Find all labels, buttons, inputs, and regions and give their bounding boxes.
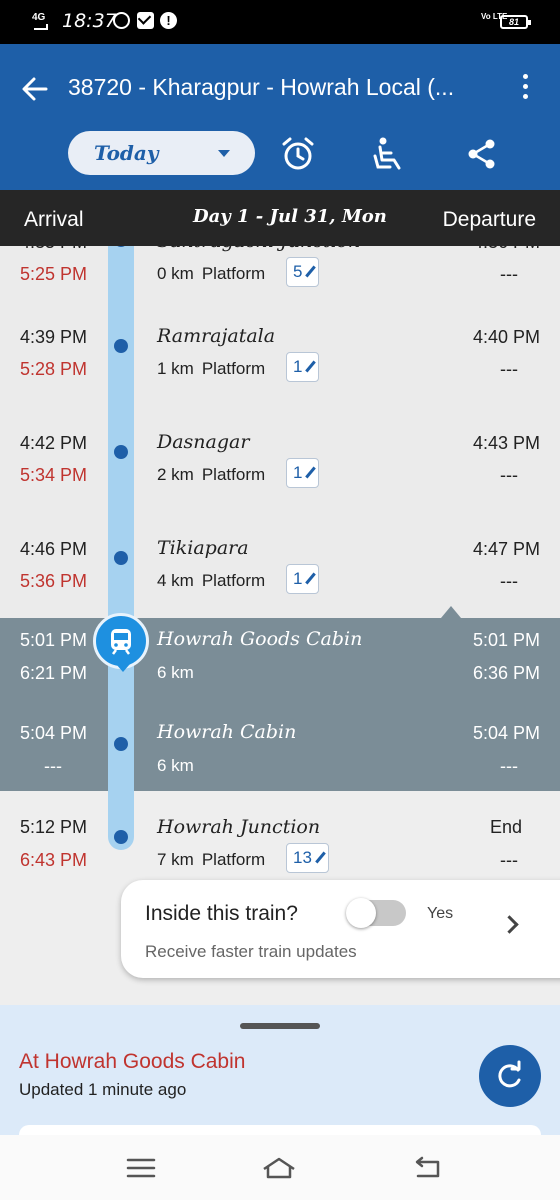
platform-edit-button[interactable]: 5 bbox=[286, 257, 320, 287]
chevron-down-icon bbox=[218, 150, 230, 157]
station-row[interactable]: 4:39 PM 5:28 PM Ramrajatala 1 km Platform… bbox=[0, 305, 560, 411]
inside-train-toggle[interactable] bbox=[346, 898, 406, 928]
mail-icon bbox=[137, 12, 154, 29]
actual-arrival: 5:28 PM bbox=[20, 359, 88, 379]
day-heading: Day 1 - Jul 31, Mon bbox=[193, 206, 387, 227]
scheduled-arrival: 4:46 PM bbox=[20, 539, 88, 559]
refresh-button[interactable] bbox=[479, 1045, 541, 1107]
battery-icon: 81 bbox=[500, 15, 531, 29]
platform-edit-button[interactable]: 1 bbox=[286, 564, 320, 594]
actual-departure: --- bbox=[500, 359, 518, 379]
actual-departure: 6:36 PM bbox=[472, 663, 540, 683]
station-distance: 0 km Platform bbox=[157, 264, 266, 283]
platform-edit-button[interactable]: 1 bbox=[286, 458, 320, 488]
signal-icon: 4G bbox=[32, 12, 48, 30]
station-name: Ramrajatala bbox=[157, 325, 276, 347]
platform-edit-button[interactable]: 1 bbox=[286, 352, 320, 382]
scheduled-arrival: 5:12 PM bbox=[20, 817, 88, 837]
station-distance: 6 km bbox=[157, 756, 194, 775]
station-name: Howrah Cabin bbox=[157, 721, 297, 743]
station-name: Dasnagar bbox=[157, 431, 250, 453]
actual-arrival: --- bbox=[44, 756, 62, 776]
station-dot bbox=[114, 830, 128, 844]
arrival-heading: Arrival bbox=[24, 208, 84, 231]
scheduled-arrival: 5:01 PM bbox=[20, 630, 88, 650]
station-dot bbox=[114, 445, 128, 459]
station-row[interactable]: 4:46 PM 5:36 PM Tikiapara 4 km Platform 1… bbox=[0, 517, 560, 618]
status-bar: 4G 18:37 ! Vo LTE 81 bbox=[0, 0, 560, 44]
status-bottom-sheet[interactable]: At Howrah Goods Cabin Updated 1 minute a… bbox=[0, 1005, 560, 1145]
train-position-icon bbox=[93, 613, 149, 672]
scheduled-arrival: 4:39 PM bbox=[20, 327, 88, 347]
more-options-icon[interactable] bbox=[518, 74, 532, 104]
station-distance: 7 km Platform bbox=[157, 850, 266, 869]
actual-departure: --- bbox=[500, 465, 518, 485]
pencil-icon bbox=[305, 265, 317, 278]
scheduled-departure: 4:40 PM bbox=[472, 327, 540, 347]
scheduled-departure: 4:47 PM bbox=[472, 539, 540, 559]
drag-handle[interactable] bbox=[240, 1023, 320, 1029]
actual-departure: --- bbox=[500, 264, 518, 284]
clock: 18:37 bbox=[62, 10, 117, 32]
station-name: Tikiapara bbox=[157, 537, 249, 559]
timeline-header: Arrival Day 1 - Jul 31, Mon Departure bbox=[0, 190, 560, 246]
actual-departure: --- bbox=[500, 571, 518, 591]
menu-icon[interactable] bbox=[124, 1155, 158, 1181]
day-dropdown-value: Today bbox=[94, 141, 159, 165]
actual-arrival: 5:25 PM bbox=[20, 264, 88, 284]
day-dropdown[interactable]: Today bbox=[68, 131, 255, 175]
alert-icon: ! bbox=[160, 12, 177, 29]
train-icon bbox=[111, 629, 131, 655]
back-nav-icon[interactable] bbox=[410, 1155, 444, 1181]
share-icon[interactable] bbox=[462, 134, 502, 174]
actual-departure: --- bbox=[500, 850, 518, 870]
home-icon[interactable] bbox=[262, 1155, 296, 1181]
system-nav-bar bbox=[0, 1135, 560, 1200]
actual-arrival: 6:21 PM bbox=[20, 663, 88, 683]
chevron-right-icon[interactable] bbox=[500, 915, 519, 934]
last-updated-text: Updated 1 minute ago bbox=[19, 1080, 187, 1099]
station-dot bbox=[114, 339, 128, 353]
whatsapp-icon bbox=[113, 12, 130, 29]
inside-train-question: Inside this train? bbox=[145, 902, 298, 925]
inside-train-subtitle: Receive faster train updates bbox=[145, 942, 357, 961]
station-distance: 6 km bbox=[157, 663, 194, 682]
alarm-icon[interactable] bbox=[278, 134, 318, 174]
scheduled-departure: 5:04 PM bbox=[472, 723, 540, 743]
toggle-label: Yes bbox=[427, 905, 454, 922]
actual-departure: --- bbox=[500, 756, 518, 776]
refresh-icon bbox=[498, 1060, 521, 1088]
page-title: 38720 - Kharagpur - Howrah Local (... bbox=[68, 74, 455, 100]
pencil-icon bbox=[315, 851, 326, 864]
row-pointer bbox=[441, 606, 461, 618]
pencil-icon bbox=[305, 466, 317, 479]
actual-arrival: 6:43 PM bbox=[20, 850, 88, 870]
scheduled-departure: 5:01 PM bbox=[472, 630, 540, 650]
app-bar: 38720 - Kharagpur - Howrah Local (... To… bbox=[0, 44, 560, 190]
pencil-icon bbox=[305, 572, 317, 585]
pencil-icon bbox=[305, 360, 317, 373]
actual-arrival: 5:36 PM bbox=[20, 571, 88, 591]
platform-edit-button[interactable]: 13 bbox=[286, 843, 329, 873]
station-distance: 1 km Platform bbox=[157, 359, 266, 378]
scheduled-arrival: 5:04 PM bbox=[20, 723, 88, 743]
seat-icon[interactable] bbox=[370, 134, 410, 174]
station-distance: 4 km Platform bbox=[157, 571, 266, 590]
inside-train-card[interactable]: Inside this train? Yes Receive faster tr… bbox=[121, 880, 560, 978]
station-name: Howrah Goods Cabin bbox=[157, 628, 363, 650]
scheduled-departure: End bbox=[489, 817, 522, 837]
departure-heading: Departure bbox=[442, 208, 536, 231]
route-track bbox=[108, 225, 134, 850]
current-station-row[interactable]: 5:01 PM 6:21 PM Howrah Goods Cabin 6 km … bbox=[0, 618, 560, 791]
station-distance: 2 km Platform bbox=[157, 465, 266, 484]
station-dot bbox=[114, 737, 128, 751]
station-dot bbox=[114, 551, 128, 565]
actual-arrival: 5:34 PM bbox=[20, 465, 88, 485]
scheduled-arrival: 4:42 PM bbox=[20, 433, 88, 453]
current-location-text: At Howrah Goods Cabin bbox=[19, 1050, 246, 1073]
station-name: Howrah Junction bbox=[157, 816, 321, 838]
back-arrow-icon[interactable] bbox=[20, 74, 50, 104]
scheduled-departure: 4:43 PM bbox=[472, 433, 540, 453]
station-row[interactable]: 4:42 PM 5:34 PM Dasnagar 2 km Platform 1 … bbox=[0, 411, 560, 517]
